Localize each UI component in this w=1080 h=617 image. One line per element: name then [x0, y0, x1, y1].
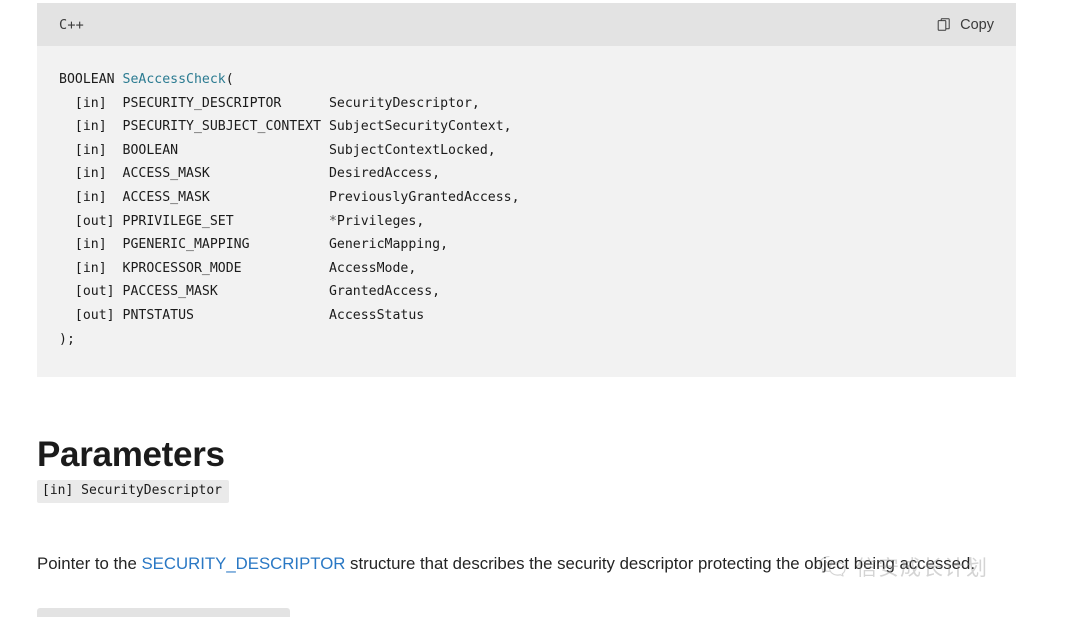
parameter-type: PSECURITY_SUBJECT_CONTEXT — [122, 119, 329, 135]
parameter-name: AccessStatus — [328, 307, 425, 323]
code-parameter-line: [in] PSECURITY_DESCRIPTOR SecurityDescri… — [59, 96, 480, 111]
code-return-type: BOOLEAN — [59, 72, 115, 87]
parameter-type: ACCESS_MASK — [122, 166, 329, 182]
parameter-direction: [in] — [59, 237, 123, 253]
code-close: ); — [59, 331, 75, 347]
parameter-direction: [out] — [59, 307, 123, 323]
code-open-paren: ( — [225, 72, 234, 87]
parameter-type: BOOLEAN — [122, 142, 329, 158]
code-parameter-line: [out] PNTSTATUS AccessStatus — [59, 308, 424, 323]
next-code-block-partial — [37, 608, 290, 617]
code-parameter-line: [in] BOOLEAN SubjectContextLocked, — [59, 143, 496, 158]
code-parameter-line: [out] PPRIVILEGE_SET *Privileges, — [59, 214, 424, 229]
parameter-name: DesiredAccess, — [328, 166, 441, 182]
code-block-header: C++ Copy — [37, 3, 1016, 46]
copy-pages-icon — [937, 17, 953, 33]
parameter-name: SecurityDescriptor, — [328, 95, 480, 111]
parameter-name: SubjectSecurityContext, — [328, 119, 512, 135]
parameter-direction: [in] — [59, 119, 123, 135]
parameter-direction: [in] — [59, 260, 123, 276]
parameter-type: ACCESS_MASK — [122, 189, 329, 205]
parameter-name: GrantedAccess, — [328, 284, 441, 300]
copy-button[interactable]: Copy — [929, 13, 1002, 37]
parameter-name: AccessMode, — [328, 260, 417, 276]
parameter-type: PPRIVILEGE_SET — [122, 213, 329, 229]
documentation-page: C++ Copy BOOLEAN SeAccessCheck( [in] PSE… — [0, 0, 1080, 617]
description-suffix-text: structure that describes the security de… — [345, 553, 976, 573]
parameter-name-chip: [in] SecurityDescriptor — [37, 480, 230, 503]
code-parameter-line: [out] PACCESS_MASK GrantedAccess, — [59, 284, 440, 299]
code-parameter-line: [in] ACCESS_MASK PreviouslyGrantedAccess… — [59, 190, 520, 205]
parameter-description: Pointer to the SECURITY_DESCRIPTOR struc… — [37, 547, 997, 580]
parameter-type: PNTSTATUS — [122, 307, 329, 323]
parameter-type: PGENERIC_MAPPING — [122, 237, 329, 253]
code-block: C++ Copy BOOLEAN SeAccessCheck( [in] PSE… — [37, 3, 1016, 378]
parameter-direction: [out] — [59, 213, 123, 229]
code-function-name: SeAccessCheck — [122, 72, 226, 87]
code-parameter-line: [in] PSECURITY_SUBJECT_CONTEXT SubjectSe… — [59, 119, 512, 134]
code-language-label: C++ — [59, 16, 84, 33]
parameter-direction: [out] — [59, 284, 123, 300]
description-prefix-text: Pointer to the — [37, 553, 142, 573]
code-parameter-line: [in] KPROCESSOR_MODE AccessMode, — [59, 261, 416, 276]
code-parameter-line: [in] PGENERIC_MAPPING GenericMapping, — [59, 237, 448, 252]
security-descriptor-link[interactable]: SECURITY_DESCRIPTOR — [141, 554, 345, 573]
parameter-type: PACCESS_MASK — [122, 284, 329, 300]
parameter-direction: [in] — [59, 189, 123, 205]
parameter-direction: [in] — [59, 166, 123, 182]
parameter-name: *Privileges, — [328, 213, 425, 229]
pointer-asterisk: * — [328, 213, 337, 229]
parameter-name: GenericMapping, — [328, 237, 449, 253]
page-section-heading-parameters: Parameters — [37, 435, 225, 475]
code-parameter-lines: [in] PSECURITY_DESCRIPTOR SecurityDescri… — [59, 96, 520, 323]
code-block-body[interactable]: BOOLEAN SeAccessCheck( [in] PSECURITY_DE… — [37, 46, 1016, 378]
copy-button-label: Copy — [960, 16, 994, 33]
parameter-direction: [in] — [59, 95, 123, 111]
code-parameter-line: [in] ACCESS_MASK DesiredAccess, — [59, 166, 440, 181]
code-signature: BOOLEAN SeAccessCheck( [in] PSECURITY_DE… — [59, 68, 994, 351]
parameter-name: PreviouslyGrantedAccess, — [328, 189, 520, 205]
parameter-name: SubjectContextLocked, — [328, 142, 496, 158]
parameter-direction: [in] — [59, 142, 123, 158]
parameter-type: PSECURITY_DESCRIPTOR — [122, 95, 329, 111]
parameter-type: KPROCESSOR_MODE — [122, 260, 329, 276]
